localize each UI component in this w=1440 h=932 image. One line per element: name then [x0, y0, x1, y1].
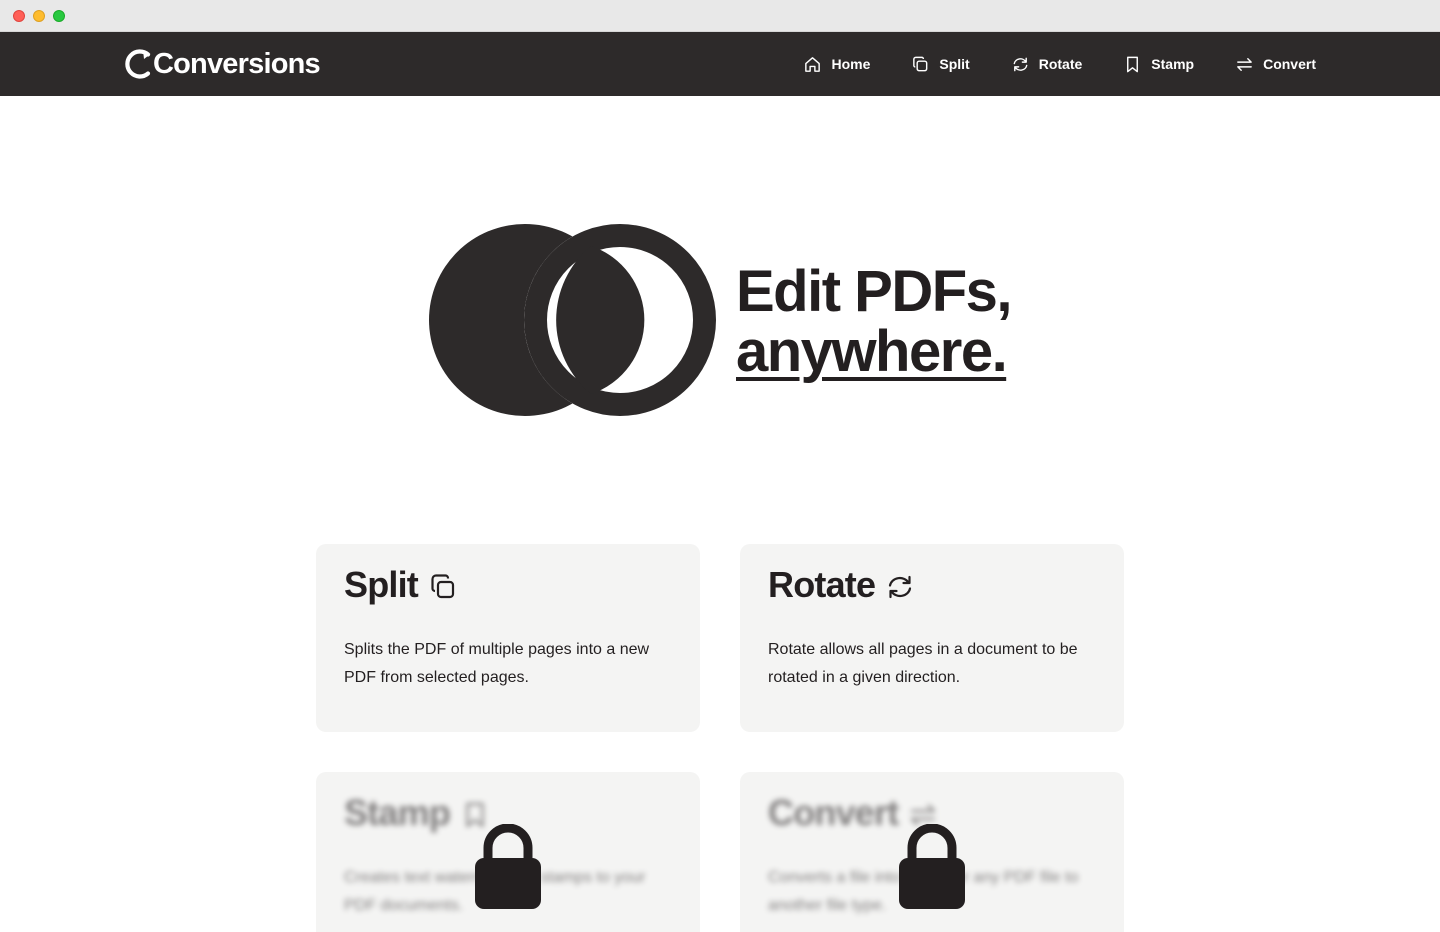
card-title: Rotate	[768, 564, 876, 605]
window-titlebar	[0, 0, 1440, 32]
refresh-icon	[1013, 57, 1028, 71]
copy-icon	[913, 56, 928, 71]
nav-link-split[interactable]: Split	[911, 55, 970, 74]
nav-link-label: Rotate	[1038, 56, 1083, 72]
card-header: Split	[344, 564, 458, 606]
nav-link-label: Stamp	[1151, 56, 1195, 72]
nav-link-convert[interactable]: Convert	[1235, 55, 1316, 74]
lock-icon	[475, 824, 541, 909]
card-header: Rotate	[768, 564, 915, 606]
brand-logo[interactable]: Conversions	[122, 46, 321, 82]
nav-link-label: Split	[939, 56, 970, 72]
main-nav: Home Split Rotate Stamp Convert	[803, 32, 1316, 96]
overlapping-circles-logo	[429, 224, 716, 416]
feature-card-stamp[interactable]: Stamp Creates text watermarks or stamps …	[316, 772, 700, 932]
lock-icon	[899, 824, 965, 909]
conversions-logo-icon	[125, 49, 151, 79]
top-navbar: Conversions Home Split Rotate Stamp Conv…	[0, 32, 1440, 96]
close-window-button[interactable]	[13, 10, 25, 22]
copy-icon	[431, 574, 455, 599]
minimize-window-button[interactable]	[33, 10, 45, 22]
nav-link-label: Home	[831, 56, 871, 72]
card-title: Split	[344, 564, 419, 605]
arrows-exchange-icon	[1237, 57, 1252, 71]
hero-heading-line2: anywhere.	[736, 319, 1008, 384]
nav-link-home[interactable]: Home	[803, 55, 870, 74]
feature-card-split[interactable]: Split Splits the PDF of multiple pages i…	[316, 544, 700, 732]
nav-link-rotate[interactable]: Rotate	[1011, 55, 1083, 74]
brand-name: Conversions	[153, 47, 321, 80]
home-icon	[805, 56, 821, 72]
feature-card-rotate[interactable]: Rotate Rotate allows all pages in a docu…	[740, 544, 1124, 732]
card-title: Stamp	[344, 792, 451, 833]
bookmark-icon	[1127, 56, 1139, 72]
card-description: Splits the PDF of multiple pages into a …	[344, 641, 650, 686]
nav-link-label: Convert	[1263, 56, 1316, 72]
hero-heading: Edit PDFs, anywhere.	[736, 259, 1013, 384]
maximize-window-button[interactable]	[53, 10, 65, 22]
nav-link-stamp[interactable]: Stamp	[1123, 55, 1194, 74]
hero-heading-line1: Edit PDFs,	[736, 259, 1013, 324]
card-description: Rotate allows all pages in a document to…	[768, 641, 1078, 686]
hero-section: Edit PDFs, anywhere.	[427, 222, 1067, 418]
feature-card-convert[interactable]: Convert Converts a file into a PDF or an…	[740, 772, 1124, 932]
card-header: Stamp	[344, 792, 490, 834]
card-title: Convert	[768, 792, 899, 833]
refresh-icon	[889, 575, 912, 599]
